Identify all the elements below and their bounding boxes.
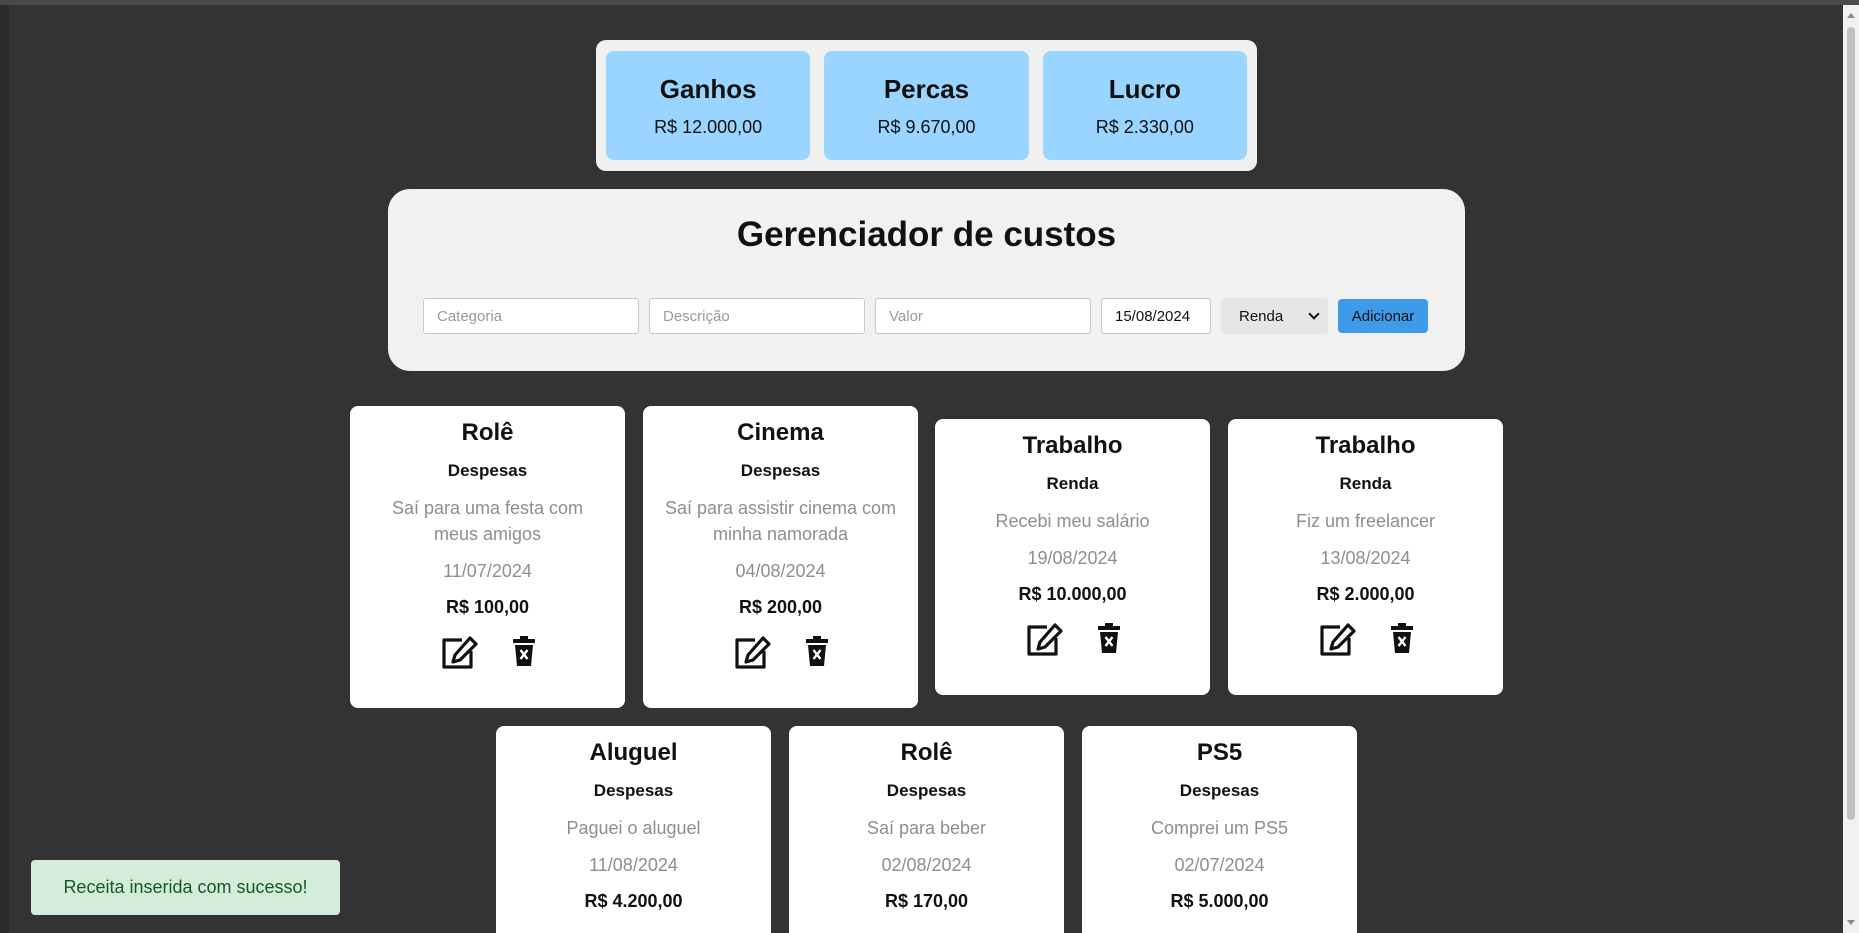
card-value: R$ 2.000,00 [1316, 584, 1415, 604]
card-date: 13/08/2024 [1320, 548, 1411, 568]
summary-title: Lucro [1108, 73, 1181, 104]
categoria-input[interactable] [423, 298, 639, 334]
card-description: Fiz um freelancer [1295, 511, 1436, 531]
card-description: Saí para assistir cinema com minha namor… [664, 498, 897, 544]
summary-title: Ganhos [659, 73, 757, 104]
valor-input[interactable] [875, 298, 1091, 334]
summary-value: R$ 2.330,00 [1095, 116, 1194, 137]
card-description: Comprei um PS5 [1150, 818, 1289, 838]
card-description: Saí para uma festa com meus amigos [391, 498, 584, 544]
window-left-edge [0, 5, 9, 933]
card-value: R$ 170,00 [884, 891, 969, 911]
add-button[interactable]: Adicionar [1338, 299, 1428, 333]
summary-panel: Ganhos R$ 12.000,00 Percas R$ 9.670,00 L… [596, 40, 1257, 171]
transaction-card: PS5 Despesas Comprei um PS5 02/07/2024 R… [1082, 726, 1357, 933]
page-title: Gerenciador de custos [736, 215, 1117, 254]
type-select-value: Renda [1239, 307, 1284, 325]
card-date: 02/08/2024 [881, 855, 972, 875]
descricao-input[interactable] [649, 298, 865, 334]
card-category: PS5 [1196, 739, 1243, 766]
card-category: Trabalho [1022, 432, 1123, 459]
card-type: Despesas [1179, 781, 1260, 800]
card-description: Paguei o aluguel [566, 818, 701, 838]
card-value: R$ 4.200,00 [584, 891, 683, 911]
transaction-card: Rolê Despesas Saí para beber 02/08/2024 … [789, 726, 1064, 933]
card-date: 11/08/2024 [589, 855, 678, 875]
card-date: 02/07/2024 [1174, 855, 1265, 875]
card-category: Rolê [461, 419, 514, 446]
card-date: 11/07/2024 [443, 561, 532, 581]
summary-card-lucro: Lucro R$ 2.330,00 [1042, 51, 1247, 160]
summary-value: R$ 12.000,00 [654, 116, 763, 137]
card-value: R$ 10.000,00 [1018, 584, 1127, 604]
card-description: Saí para beber [866, 818, 987, 838]
summary-card-percas: Percas R$ 9.670,00 [824, 51, 1029, 160]
scroll-down-icon[interactable] [1847, 920, 1855, 925]
card-category: Cinema [737, 419, 824, 446]
card-category: Trabalho [1315, 432, 1416, 459]
trash-icon[interactable] [512, 636, 536, 675]
summary-title: Percas [883, 73, 970, 104]
cost-manager-panel: Gerenciador de custos Renda Adicionar [388, 189, 1465, 371]
edit-icon[interactable] [1318, 623, 1356, 662]
card-value: R$ 100,00 [445, 597, 530, 617]
card-type: Renda [1339, 474, 1392, 493]
edit-icon[interactable] [1025, 623, 1063, 662]
card-category: Rolê [900, 739, 953, 766]
trash-icon[interactable] [1390, 623, 1414, 662]
trash-icon[interactable] [805, 636, 829, 675]
trash-icon[interactable] [1097, 623, 1121, 662]
success-toast: Receita inserida com sucesso! [31, 860, 340, 915]
transaction-card: Trabalho Renda Fiz um freelancer 13/08/2… [1228, 419, 1503, 695]
vertical-scrollbar[interactable] [1843, 5, 1859, 933]
card-type: Renda [1046, 474, 1099, 493]
card-description: Recebi meu salário [995, 511, 1150, 531]
summary-value: R$ 9.670,00 [877, 116, 976, 137]
card-type: Despesas [740, 461, 821, 480]
transaction-card: Aluguel Despesas Paguei o aluguel 11/08/… [496, 726, 771, 933]
edit-icon[interactable] [440, 636, 478, 675]
transaction-card: Cinema Despesas Saí para assistir cinema… [643, 406, 918, 708]
card-actions [350, 636, 625, 675]
entry-form: Renda Adicionar [423, 298, 1428, 334]
toast-message: Receita inserida com sucesso! [63, 877, 308, 897]
type-select[interactable]: Renda [1221, 298, 1328, 334]
card-date: 04/08/2024 [735, 561, 826, 581]
card-actions [1228, 623, 1503, 662]
scroll-up-icon[interactable] [1847, 13, 1855, 18]
summary-card-ganhos: Ganhos R$ 12.000,00 [606, 51, 811, 160]
transaction-card: Trabalho Renda Recebi meu salário 19/08/… [935, 419, 1210, 695]
card-value: R$ 200,00 [738, 597, 823, 617]
card-actions [935, 623, 1210, 662]
date-input[interactable] [1101, 298, 1211, 334]
card-type: Despesas [447, 461, 528, 480]
card-value: R$ 5.000,00 [1170, 891, 1269, 911]
chevron-down-icon [1308, 308, 1320, 320]
edit-icon[interactable] [733, 636, 771, 675]
card-category: Aluguel [589, 739, 678, 766]
card-type: Despesas [886, 781, 967, 800]
window-top-bar [0, 0, 1859, 5]
card-date: 19/08/2024 [1027, 548, 1118, 568]
card-type: Despesas [593, 781, 674, 800]
card-actions [643, 636, 918, 675]
transaction-card: Rolê Despesas Saí para uma festa com meu… [350, 406, 625, 708]
scrollbar-thumb[interactable] [1847, 27, 1855, 820]
